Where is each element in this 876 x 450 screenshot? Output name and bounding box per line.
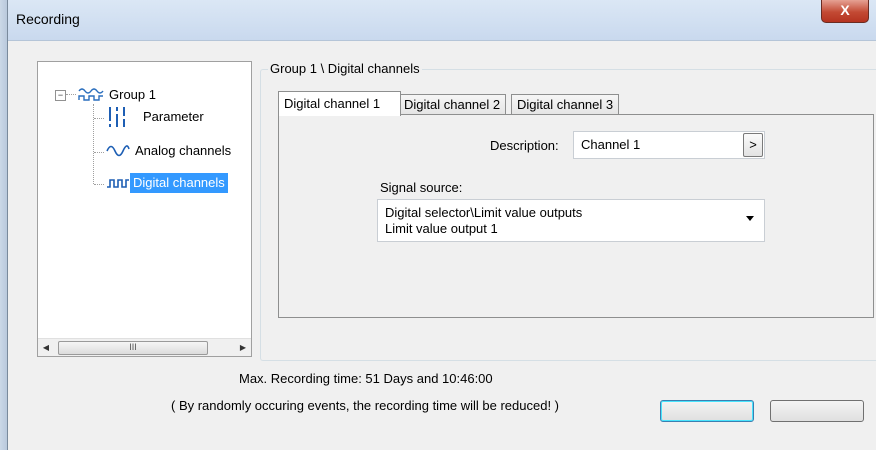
desktop-background-edge [0, 0, 7, 450]
max-recording-time: Max. Recording time: 51 Days and 10:46:0… [239, 371, 493, 386]
parameter-icon [109, 107, 125, 127]
description-label: Description: [490, 138, 559, 153]
horizontal-scrollbar[interactable]: ◀ III ▶ [38, 338, 251, 356]
tree-connector [94, 184, 104, 185]
close-button[interactable]: X [821, 0, 869, 23]
digital-wave-icon [107, 179, 129, 188]
tree-item-label-selected: Digital channels [130, 173, 228, 193]
scrollbar-thumb[interactable]: III [58, 341, 208, 355]
signal-source-line-2: Limit value output 1 [385, 221, 498, 236]
ok-button[interactable] [660, 400, 754, 422]
tree-connector [93, 104, 94, 184]
tree-item-label: Parameter [143, 109, 204, 124]
analog-wave-icon [106, 145, 130, 157]
tree-connector [94, 118, 104, 119]
collapse-toggle[interactable]: − [55, 90, 66, 101]
signal-source-label: Signal source: [380, 180, 463, 195]
tab-panel: Description: Channel 1 > Signal source: … [278, 114, 874, 318]
chevron-down-icon[interactable] [746, 216, 754, 221]
signal-source-dropdown[interactable]: Digital selector\Limit value outputs Lim… [377, 199, 765, 242]
recording-time-note: ( By randomly occuring events, the recor… [171, 398, 560, 413]
description-field[interactable]: Channel 1 > [573, 131, 765, 159]
tree-connector [66, 94, 76, 95]
tree-item-label: Group 1 [109, 87, 156, 102]
description-browse-button[interactable]: > [743, 133, 763, 157]
tab-digital-channel-3[interactable]: Digital channel 3 [511, 94, 620, 115]
group-box-title: Group 1 \ Digital channels [268, 61, 422, 76]
scroll-right-icon[interactable]: ▶ [235, 339, 251, 356]
tab-digital-channel-1[interactable]: Digital channel 1 [278, 91, 401, 116]
dialog-client-area: − Group 1 Parameter Analog channels Digi… [8, 41, 876, 450]
wave-group-icon [78, 88, 104, 101]
recording-dialog: Recording X − Group 1 Parameter Analog c… [7, 0, 876, 450]
window-title: Recording [16, 11, 80, 27]
description-value: Channel 1 [581, 137, 641, 152]
tab-digital-channel-2[interactable]: Digital channel 2 [398, 94, 507, 115]
cancel-button[interactable] [770, 400, 864, 422]
tree-item-label: Analog channels [135, 143, 232, 158]
signal-source-line-1: Digital selector\Limit value outputs [385, 205, 583, 220]
tree-connector [94, 152, 104, 153]
scroll-left-icon[interactable]: ◀ [38, 339, 54, 356]
tree-view[interactable]: − Group 1 Parameter Analog channels Digi… [37, 61, 252, 357]
title-bar: Recording X [8, 0, 876, 41]
